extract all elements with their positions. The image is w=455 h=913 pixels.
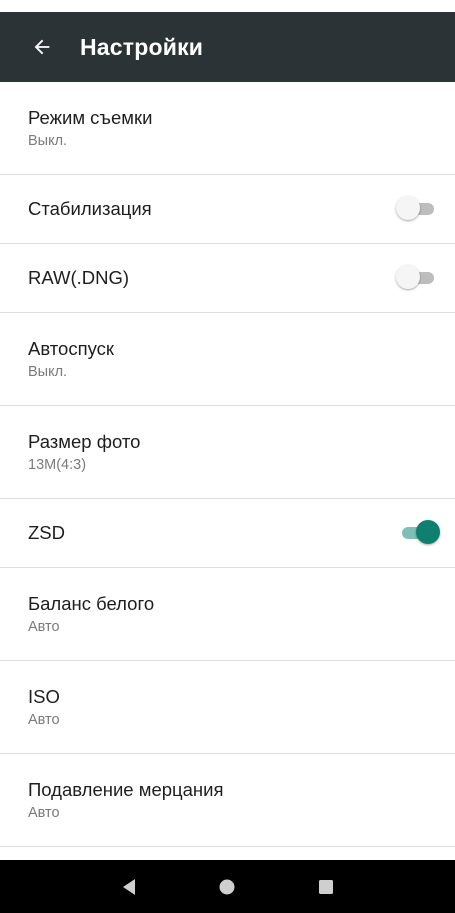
setting-title: Размер фото <box>28 430 141 452</box>
nav-back-button[interactable] <box>109 867 149 907</box>
app-bar: Настройки <box>0 12 455 82</box>
setting-title: Автоспуск <box>28 337 114 359</box>
setting-title: Режим съемки <box>28 106 153 128</box>
arrow-back-icon <box>34 39 50 55</box>
back-button[interactable] <box>0 12 62 82</box>
setting-value: Выкл. <box>28 363 68 380</box>
setting-title: Подавление мерцания <box>28 778 224 800</box>
setting-photo-size[interactable]: Размер фото 13M(4:3) <box>0 406 455 499</box>
setting-value: Авто <box>28 618 60 635</box>
system-nav-bar <box>0 860 455 913</box>
setting-value: Авто <box>28 804 60 821</box>
setting-iso[interactable]: ISO Авто <box>0 661 455 754</box>
setting-shooting-mode[interactable]: Режим съемки Выкл. <box>0 82 455 175</box>
nav-recents-button[interactable] <box>306 867 346 907</box>
nav-home-icon <box>219 879 235 894</box>
setting-title: RAW(.DNG) <box>28 267 130 288</box>
setting-value: 13M(4:3) <box>28 456 87 473</box>
settings-screen: Настройки Режим съемки Выкл. Стабилизаци… <box>0 0 455 913</box>
setting-self-timer[interactable]: Автоспуск Выкл. <box>0 313 455 406</box>
setting-title: ZSD <box>28 522 65 543</box>
setting-title: Стабилизация <box>28 198 152 219</box>
setting-value: Авто <box>28 711 60 728</box>
setting-stabilization[interactable]: Стабилизация <box>0 175 455 244</box>
setting-title: Баланс белого <box>28 592 155 614</box>
raw-dng-toggle[interactable] <box>396 265 440 291</box>
setting-anti-flicker[interactable]: Подавление мерцания Авто <box>0 754 455 847</box>
toggle-thumb <box>396 265 420 289</box>
setting-zsd[interactable]: ZSD <box>0 499 455 568</box>
setting-value: Выкл. <box>28 132 68 149</box>
toggle-thumb <box>416 520 440 544</box>
page-title: Настройки <box>80 33 204 60</box>
setting-white-balance[interactable]: Баланс белого Авто <box>0 568 455 661</box>
stabilization-toggle[interactable] <box>396 196 440 222</box>
toggle-thumb <box>396 196 420 220</box>
settings-list: Режим съемки Выкл. Стабилизация RAW(.DNG… <box>0 82 455 847</box>
nav-back-icon <box>123 878 136 895</box>
nav-recents-icon <box>318 879 333 894</box>
nav-home-button[interactable] <box>207 867 247 907</box>
setting-title: ISO <box>28 685 60 707</box>
zsd-toggle[interactable] <box>396 520 440 546</box>
setting-raw-dng[interactable]: RAW(.DNG) <box>0 244 455 313</box>
